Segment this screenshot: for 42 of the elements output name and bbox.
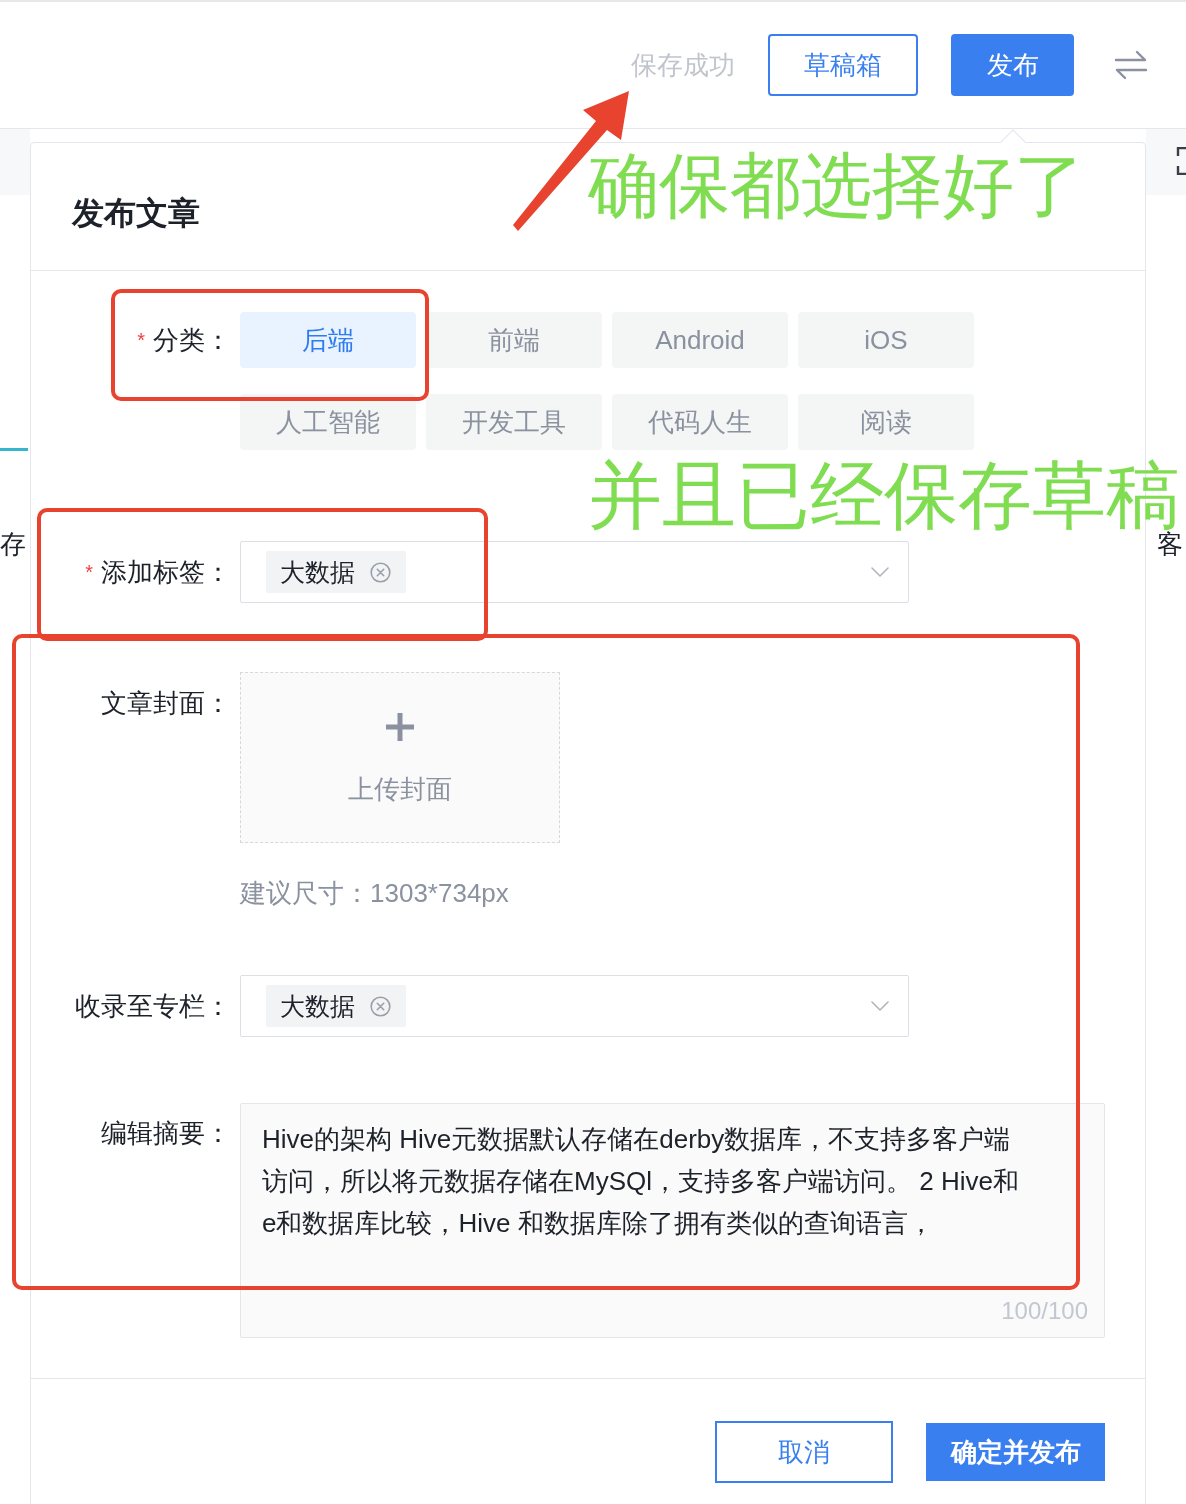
plus-icon: [386, 713, 414, 741]
category-option[interactable]: iOS: [798, 312, 974, 368]
summary-textarea[interactable]: Hive的架构 Hive元数据默认存储在derby数据库，不支持多客户端 访问，所以将元数据存储在MySQl，支持多客户端访问。 2 Hive和 e和数据库比较，Hive 和数据库除了拥有类似的查询语言， 100/100: [240, 1103, 1105, 1338]
field-label: 添加标签：: [101, 555, 231, 589]
dialog-title: 发布文章: [72, 193, 200, 233]
summary-text-line: 访问，所以将元数据存储在MySQl，支持多客户端访问。 2 Hive和: [262, 1165, 1019, 1198]
category-option[interactable]: 后端: [240, 312, 416, 368]
page-text: 存: [0, 530, 26, 558]
chevron-down-icon[interactable]: [871, 567, 889, 577]
cancel-button[interactable]: 取消: [715, 1421, 893, 1483]
close-circle-icon[interactable]: [370, 995, 391, 1017]
tag-label: 大数据: [280, 556, 355, 588]
toolbar-button[interactable]: 发布: [951, 34, 1074, 96]
category-option[interactable]: 代码人生: [612, 394, 788, 450]
page-text: 客: [1157, 530, 1183, 558]
field-label: 收录至专栏：: [75, 989, 231, 1023]
toolbar-button[interactable]: 草稿箱: [768, 34, 918, 96]
bracket-icon[interactable]: [1176, 147, 1186, 175]
tab-indicator: [0, 448, 28, 451]
chevron-down-icon[interactable]: [871, 1001, 889, 1011]
summary-text-line: Hive的架构 Hive元数据默认存储在derby数据库，不支持多客户端: [262, 1123, 1011, 1156]
summary-text-line: e和数据库比较，Hive 和数据库除了拥有类似的查询语言，: [262, 1207, 934, 1240]
size-hint: 建议尺寸：1303*734px: [240, 878, 509, 908]
confirm-button[interactable]: 确定并发布: [926, 1423, 1105, 1481]
cover-upload[interactable]: 上传封面: [240, 672, 560, 843]
character-counter: 100/100: [1001, 1297, 1088, 1325]
field-label: 文章封面：: [101, 686, 231, 720]
save-status: 保存成功: [631, 48, 735, 82]
tag-label: 大数据: [280, 990, 355, 1022]
tag-select[interactable]: 大数据: [240, 975, 909, 1037]
field-label: 编辑摘要：: [101, 1116, 231, 1150]
category-option[interactable]: 开发工具: [426, 394, 602, 450]
close-circle-icon[interactable]: [370, 561, 391, 583]
field-label: 分类：: [153, 323, 231, 357]
annotation-note: 确保都选择好了: [588, 150, 1085, 221]
category-option[interactable]: 前端: [426, 312, 602, 368]
category-option[interactable]: 阅读: [798, 394, 974, 450]
category-option[interactable]: Android: [612, 312, 788, 368]
category-option[interactable]: 人工智能: [240, 394, 416, 450]
required-mark: *: [85, 562, 93, 582]
tag-select[interactable]: 大数据: [240, 541, 909, 603]
required-mark: *: [137, 330, 145, 350]
